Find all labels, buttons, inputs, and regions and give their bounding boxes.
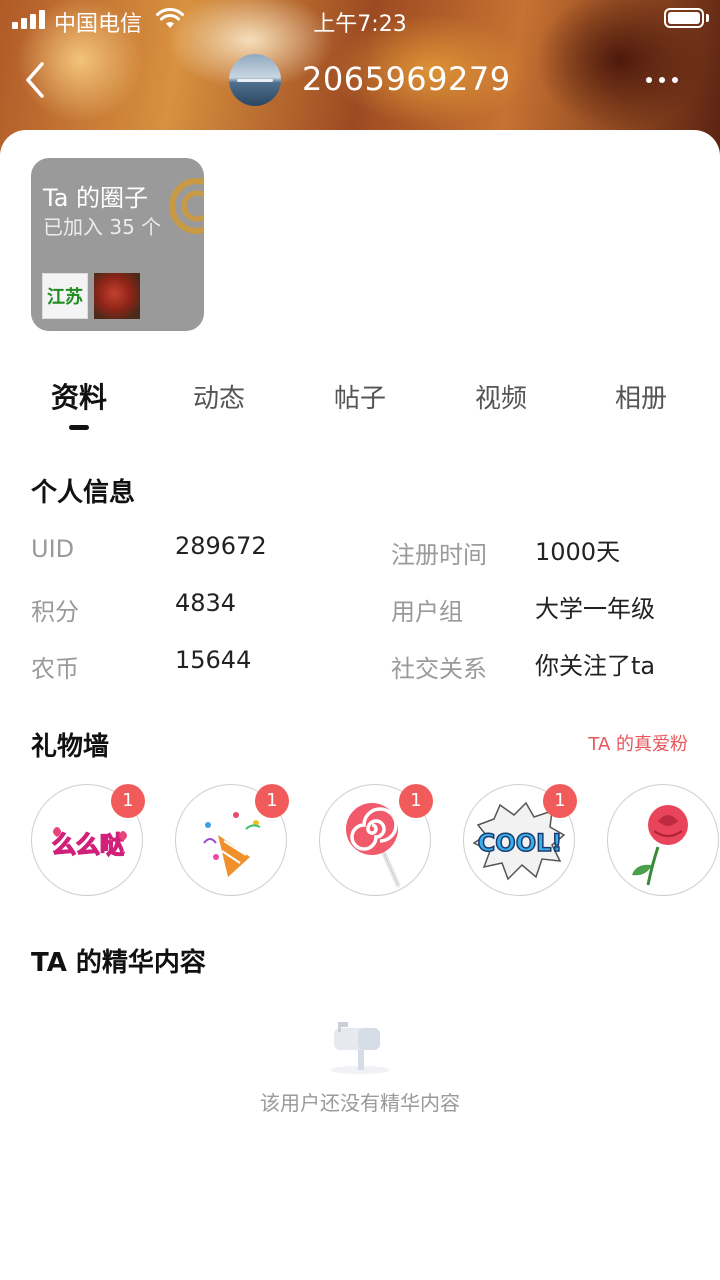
circle-thumb-jiangsu[interactable]: 江苏 (42, 273, 88, 319)
rose-gift[interactable] (607, 784, 719, 896)
true-fans-link[interactable]: TA 的真爱粉 (560, 730, 688, 756)
tab-posts[interactable]: 帖子 (310, 378, 410, 415)
cool-text: COOL! (478, 829, 563, 857)
empty-state-text: 该用户还没有精华内容 (260, 1091, 460, 1115)
avatar[interactable] (229, 54, 281, 106)
tab-videos[interactable]: 视频 (451, 378, 551, 415)
gift-count-badge: 1 (543, 784, 577, 818)
section-title-featured: TA 的精华内容 (31, 948, 206, 978)
mailbox-icon (330, 1022, 390, 1074)
status-bar: 中国电信 上午7:23 (0, 0, 720, 40)
gift-count-badge: 1 (255, 784, 289, 818)
value-coins: 15644 (175, 646, 252, 674)
label-points: 积分 (31, 598, 79, 626)
gift-count-badge: 1 (399, 784, 433, 818)
circle-subtitle: 已加入 35 个 (43, 215, 162, 239)
value-relation: 你关注了ta (535, 652, 656, 680)
label-uid: UID (31, 535, 75, 563)
chevron-left-icon[interactable] (22, 60, 52, 100)
value-points: 4834 (175, 589, 237, 617)
label-register-time: 注册时间 (391, 541, 487, 569)
kiss-text: 么么哒 (52, 831, 124, 859)
more-dots-icon[interactable] (644, 68, 680, 92)
circle-thumb-photo[interactable] (94, 273, 140, 319)
tab-album[interactable]: 相册 (591, 378, 691, 415)
circle-title: Ta 的圈子 (43, 184, 149, 212)
profile-page: 中国电信 上午7:23 2065969279 Ta 的圈子 已加入 35 个 江… (0, 0, 720, 1280)
tab-activity[interactable]: 动态 (169, 378, 269, 415)
label-relation: 社交关系 (391, 655, 487, 683)
battery-tip (706, 14, 709, 22)
circle-card[interactable]: Ta 的圈子 已加入 35 个 江苏 (31, 158, 204, 331)
tab-indicator (69, 425, 89, 430)
section-title-profile: 个人信息 (31, 478, 136, 508)
page-title: 2065969279 (302, 60, 511, 98)
profile-tabs: 资料 动态 帖子 视频 相册 (0, 370, 720, 440)
value-uid: 289672 (175, 532, 267, 560)
circle-ring-icon (169, 178, 204, 234)
gift-count-badge: 1 (111, 784, 145, 818)
value-register-time: 1000天 (535, 538, 621, 566)
value-user-group: 大学一年级 (535, 595, 655, 623)
section-title-gifts: 礼物墙 (31, 732, 110, 762)
tab-profile[interactable]: 资料 (29, 376, 129, 416)
label-user-group: 用户组 (391, 598, 463, 626)
battery-icon (664, 8, 704, 28)
label-coins: 农币 (31, 655, 79, 683)
clock: 上午7:23 (313, 12, 407, 37)
